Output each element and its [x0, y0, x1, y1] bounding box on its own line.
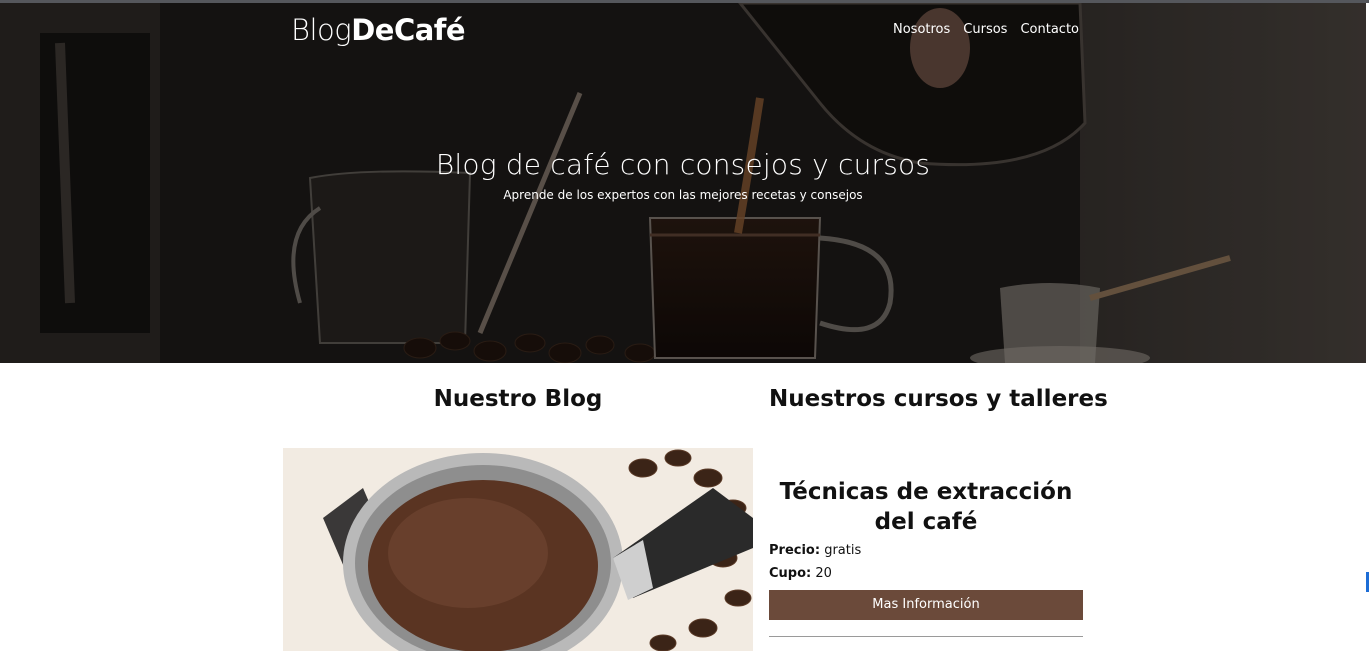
- coffee-portafilter-image: [283, 448, 753, 651]
- course-price: Precio: gratis: [769, 543, 861, 558]
- site-logo[interactable]: BlogDeCafé: [291, 13, 466, 47]
- logo-text-bold: DeCafé: [351, 13, 466, 47]
- more-info-button[interactable]: Mas Información: [769, 590, 1083, 620]
- hero-background-image: [0, 3, 1366, 363]
- nav-link-cursos[interactable]: Cursos: [963, 22, 1007, 37]
- logo-text-light: Blog: [291, 13, 352, 47]
- main-nav: Nosotros Cursos Contacto: [893, 22, 1079, 37]
- blog-entry-image[interactable]: [283, 448, 753, 651]
- hero-banner: BlogDeCafé Nosotros Cursos Contacto Blog…: [0, 3, 1366, 363]
- course-price-value: gratis: [824, 543, 862, 558]
- course-capacity-label: Cupo:: [769, 566, 812, 581]
- hero-subtitle: Aprende de los expertos con las mejores …: [503, 188, 863, 202]
- courses-heading: Nuestros cursos y talleres: [769, 386, 1108, 412]
- course-divider: [769, 636, 1083, 637]
- top-border: [0, 0, 1369, 3]
- course-title: Técnicas de extracción del café: [779, 479, 1073, 535]
- nav-link-nosotros[interactable]: Nosotros: [893, 22, 950, 37]
- course-price-label: Precio:: [769, 543, 821, 558]
- nav-link-contacto[interactable]: Contacto: [1020, 22, 1079, 37]
- course-capacity-value: 20: [815, 566, 832, 581]
- hero-title: Blog de café con consejos y cursos: [435, 148, 931, 181]
- blog-heading: Nuestro Blog: [433, 386, 603, 412]
- course-capacity: Cupo: 20: [769, 566, 832, 581]
